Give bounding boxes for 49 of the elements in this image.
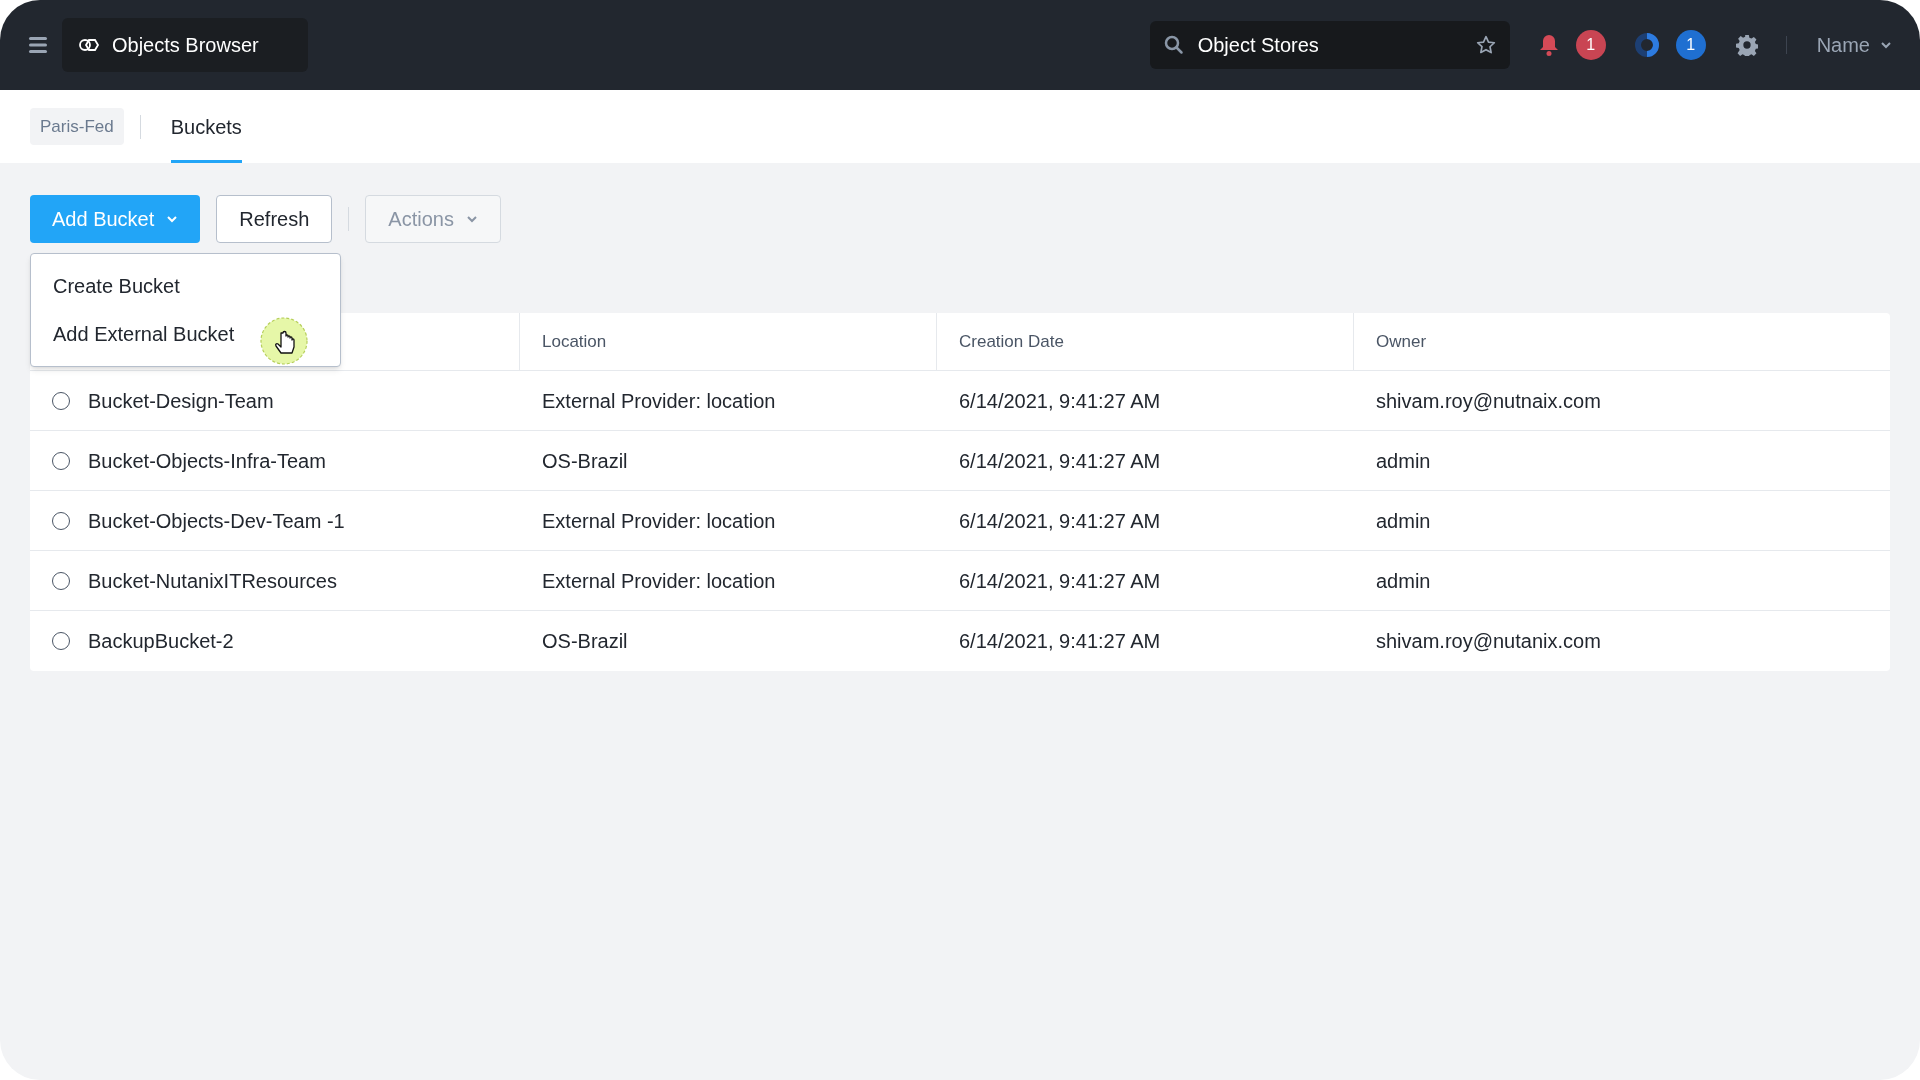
search-icon xyxy=(1163,35,1184,55)
table-cell-text: Bucket-Design-Team xyxy=(88,388,274,414)
table-cell-text: Bucket-NutanixITResources xyxy=(88,568,337,594)
app-title: Objects Browser xyxy=(112,33,259,58)
search-field[interactable]: Object Stores xyxy=(1149,21,1510,69)
table-cell-text: Bucket-Objects-Infra-Team xyxy=(88,448,326,474)
chevron-down-icon xyxy=(465,215,478,223)
table-cell-text: 6/14/2021, 9:41:27 AM xyxy=(959,508,1161,534)
table-cell-text: admin xyxy=(1376,448,1431,474)
row-radio[interactable] xyxy=(52,391,70,410)
chevron-down-icon xyxy=(1880,41,1892,49)
table-cell-text: admin xyxy=(1376,568,1431,594)
user-menu[interactable]: Name xyxy=(1816,30,1892,60)
task-count[interactable]: 1 xyxy=(1675,30,1706,60)
progress-ring-icon[interactable] xyxy=(1633,32,1660,58)
settings-icon[interactable] xyxy=(1735,34,1758,56)
refresh-button[interactable]: Refresh xyxy=(216,195,333,243)
tab[interactable]: Buckets xyxy=(170,90,242,163)
row-radio[interactable] xyxy=(52,571,70,590)
row-radio[interactable] xyxy=(52,632,70,650)
search-input[interactable]: Object Stores xyxy=(1197,30,1462,60)
table-cell-text: admin xyxy=(1376,508,1431,534)
table-cell-text: shivam.roy@nutnaix.com xyxy=(1376,388,1601,414)
breadcrumb-chip[interactable]: Paris-Fed xyxy=(30,107,124,146)
menu-icon[interactable] xyxy=(28,36,48,54)
app-switcher[interactable]: Objects Browser xyxy=(62,18,308,72)
table-cell-text: External Provider: location xyxy=(542,568,776,594)
table-cell-text: Bucket-Objects-Dev-Team -1 xyxy=(88,508,345,534)
column-header[interactable]: Location xyxy=(542,328,607,355)
chevron-down-icon xyxy=(166,215,179,223)
notification-count[interactable]: 1 xyxy=(1575,30,1606,60)
table-cell-text: OS-Brazil xyxy=(542,448,628,474)
column-header[interactable]: Owner xyxy=(1376,328,1427,355)
table-cell-text: shivam.roy@nutanix.com xyxy=(1376,629,1601,654)
row-radio[interactable] xyxy=(52,511,70,530)
row-radio[interactable] xyxy=(52,451,70,470)
table-cell-text: External Provider: location xyxy=(542,508,776,534)
table-cell-text: 6/14/2021, 9:41:27 AM xyxy=(959,448,1161,474)
column-header[interactable]: Creation Date xyxy=(959,328,1064,355)
table-cell-text: OS-Brazil xyxy=(542,629,628,654)
star-icon[interactable] xyxy=(1475,35,1496,55)
objects-icon xyxy=(78,37,100,53)
table-cell-text: 6/14/2021, 9:41:27 AM xyxy=(959,568,1161,594)
menu-item[interactable]: Create Bucket xyxy=(31,262,340,310)
menu-item[interactable]: Add External Bucket xyxy=(31,310,340,358)
table-cell-text: 6/14/2021, 9:41:27 AM xyxy=(959,629,1161,654)
table-cell-text: BackupBucket-2 xyxy=(88,629,234,654)
table-cell-text: External Provider: location xyxy=(542,388,776,414)
table-cell-text: 6/14/2021, 9:41:27 AM xyxy=(959,388,1161,414)
